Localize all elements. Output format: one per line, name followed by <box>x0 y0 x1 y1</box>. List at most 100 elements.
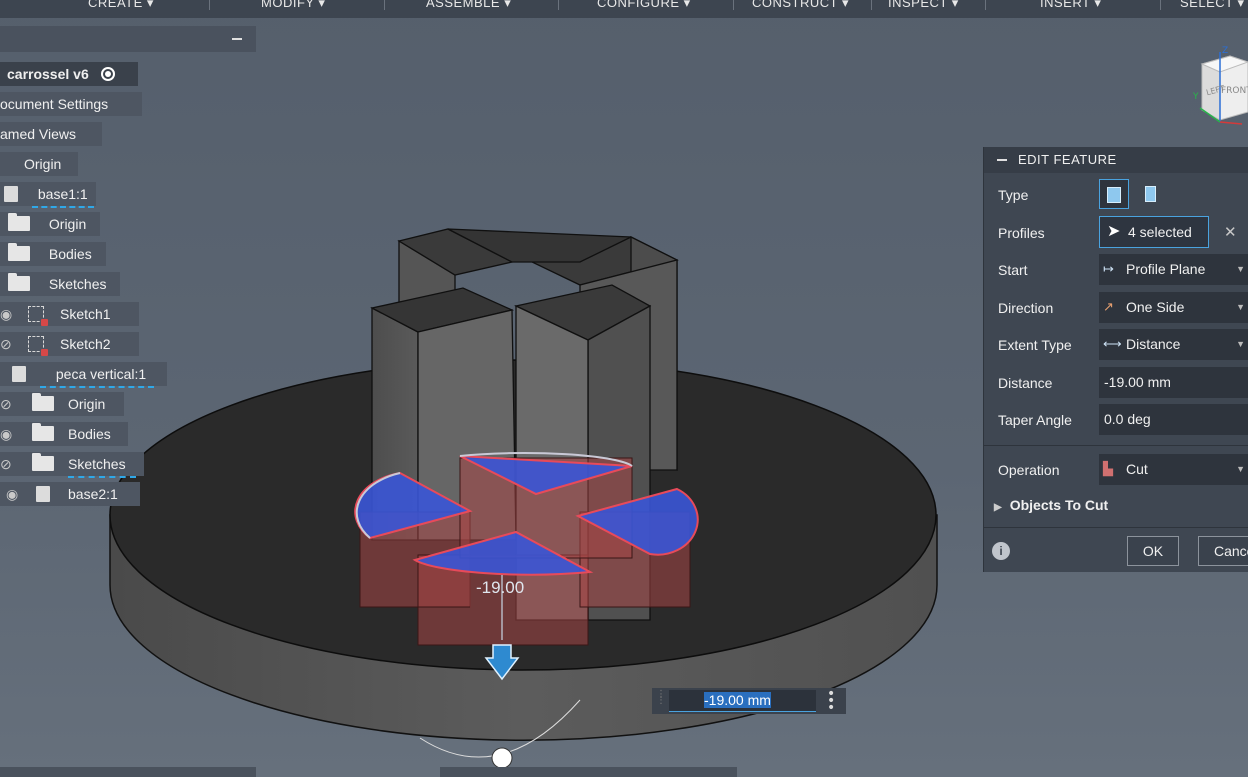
base1-origin-label: Origin <box>48 216 87 232</box>
distance-label: Distance <box>998 375 1053 391</box>
taper-angle-label: Taper Angle <box>998 412 1072 428</box>
menu-inspect[interactable]: INSPECT ▾ <box>888 0 959 13</box>
thin-extrude-icon[interactable] <box>1135 179 1165 209</box>
collapse-icon[interactable] <box>232 38 242 40</box>
start-value: Profile Plane <box>1126 261 1206 277</box>
folder-icon <box>8 213 30 231</box>
start-dropdown[interactable]: ↦ Profile Plane ▼ <box>1099 254 1248 285</box>
cursor-icon: ➤ <box>1107 223 1121 240</box>
info-icon[interactable]: i <box>992 542 1010 560</box>
extrude-icon[interactable] <box>1099 179 1129 209</box>
toolbar-divider <box>871 0 872 10</box>
menu-create[interactable]: CREATE ▾ <box>88 0 154 13</box>
objects-to-cut-toggle[interactable]: ▶ Objects To Cut <box>994 497 1108 513</box>
taper-angle-input[interactable]: 0.0 deg <box>1099 404 1248 435</box>
navigation-bar[interactable] <box>440 767 737 777</box>
folder-icon <box>32 393 54 411</box>
base1-sketches-label: Sketches <box>48 276 107 292</box>
panel-title-text: EDIT FEATURE <box>1018 152 1117 167</box>
eye-hidden-icon[interactable]: ⊘ <box>0 392 22 416</box>
toolbar-divider <box>209 0 210 10</box>
browser-base1-sketches[interactable]: Sketches <box>0 272 120 296</box>
browser-peca-origin[interactable]: ⊘ Origin <box>0 392 124 416</box>
folder-icon <box>8 243 30 261</box>
browser-base2[interactable]: ◉ base2:1 <box>0 482 140 506</box>
profiles-value: 4 selected <box>1128 224 1192 240</box>
browser-named-views[interactable]: amed Views <box>0 122 102 146</box>
panel-title: EDIT FEATURE <box>984 147 1248 173</box>
browser-base1-origin[interactable]: Origin <box>0 212 100 236</box>
collapse-icon[interactable] <box>997 159 1007 161</box>
browser-peca-sketches[interactable]: ⊘ Sketches <box>0 452 144 478</box>
peca-sketches-label: Sketches <box>68 452 136 478</box>
ok-button[interactable]: OK <box>1127 536 1179 566</box>
extent-type-label: Extent Type <box>998 337 1072 353</box>
edit-feature-panel: EDIT FEATURE Type Profiles ➤ 4 selected … <box>983 147 1248 572</box>
sketch-icon <box>28 306 48 326</box>
direction-label: Direction <box>998 300 1054 316</box>
browser-origin[interactable]: Origin <box>0 152 78 176</box>
peca-bodies-label: Bodies <box>68 426 111 442</box>
sketch-icon <box>28 336 48 356</box>
top-toolbar: CREATE ▾ MODIFY ▾ ASSEMBLE ▾ CONFIGURE ▾… <box>0 0 1248 18</box>
axis-y-label: Y <box>1193 92 1199 102</box>
browser-base1[interactable]: base1:1 <box>0 182 96 208</box>
eye-hidden-icon[interactable]: ⊘ <box>0 452 22 476</box>
caret-down-icon: ▼ <box>1236 339 1245 349</box>
close-icon[interactable]: ✕ <box>1224 223 1237 241</box>
one-side-icon: ↗ <box>1103 299 1114 314</box>
eye-icon[interactable]: ◉ <box>0 302 22 326</box>
dimension-input[interactable]: -19.00 mm <box>669 690 816 712</box>
objects-to-cut-label: Objects To Cut <box>1009 497 1109 513</box>
toolbar-divider <box>733 0 734 10</box>
browser-document-settings[interactable]: ocument Settings <box>0 92 142 116</box>
operation-value: Cut <box>1126 461 1148 477</box>
toolbar-divider <box>1160 0 1161 10</box>
browser-root[interactable]: carrossel v6 <box>0 62 138 86</box>
grip-icon[interactable]: ⋮ ⋮ <box>656 690 666 706</box>
operation-dropdown[interactable]: ▙ Cut ▼ <box>1099 454 1248 485</box>
menu-insert[interactable]: INSERT ▾ <box>1040 0 1101 13</box>
extent-type-dropdown[interactable]: ⟷ Distance ▼ <box>1099 329 1248 360</box>
browser-sketch1[interactable]: ◉ Sketch1 <box>0 302 139 326</box>
direction-value: One Side <box>1126 299 1185 315</box>
profiles-label: Profiles <box>998 225 1045 241</box>
rotation-handle[interactable] <box>491 747 513 769</box>
base2-label: base2:1 <box>68 486 118 502</box>
eye-icon[interactable]: ◉ <box>6 482 28 506</box>
menu-construct[interactable]: CONSTRUCT ▾ <box>752 0 849 13</box>
menu-configure[interactable]: CONFIGURE ▾ <box>597 0 691 13</box>
sketch2-label: Sketch2 <box>60 336 111 352</box>
eye-icon[interactable]: ◉ <box>0 422 22 446</box>
component-icon <box>4 186 18 202</box>
root-label: carrossel v6 <box>7 66 89 82</box>
kebab-icon[interactable]: • • • <box>827 687 835 715</box>
axis-z-label: Z <box>1222 46 1229 56</box>
divider <box>984 527 1248 528</box>
dimension-label: -19.00 <box>476 578 525 597</box>
menu-modify[interactable]: MODIFY ▾ <box>261 0 325 13</box>
viewcube-icon[interactable]: LEFT FRONT Z Y <box>1190 46 1248 126</box>
viewcube-front-label: FRONT <box>1221 86 1248 96</box>
toolbar-divider <box>558 0 559 10</box>
component-icon <box>36 486 50 502</box>
cancel-button[interactable]: Cance <box>1198 536 1248 566</box>
browser-peca-vertical[interactable]: peca vertical:1 <box>0 362 167 388</box>
browser-base1-bodies[interactable]: Bodies <box>0 242 106 266</box>
menu-select[interactable]: SELECT ▾ <box>1180 0 1244 13</box>
component-icon <box>12 366 26 382</box>
distance-icon: ⟷ <box>1103 336 1122 351</box>
eye-hidden-icon[interactable]: ⊘ <box>0 332 22 356</box>
browser-header <box>0 26 256 52</box>
direction-dropdown[interactable]: ↗ One Side ▼ <box>1099 292 1248 323</box>
distance-input[interactable]: -19.00 mm <box>1099 367 1248 398</box>
radio-icon[interactable] <box>100 67 115 81</box>
browser-peca-bodies[interactable]: ◉ Bodies <box>0 422 128 446</box>
browser-sketch2[interactable]: ⊘ Sketch2 <box>0 332 139 356</box>
caret-down-icon: ▼ <box>1236 302 1245 312</box>
menu-assemble[interactable]: ASSEMBLE ▾ <box>426 0 511 13</box>
caret-down-icon: ▼ <box>1236 264 1245 274</box>
profiles-selector[interactable]: ➤ 4 selected <box>1099 216 1209 248</box>
profile-plane-icon: ↦ <box>1103 261 1114 276</box>
peca-origin-label: Origin <box>68 396 106 412</box>
